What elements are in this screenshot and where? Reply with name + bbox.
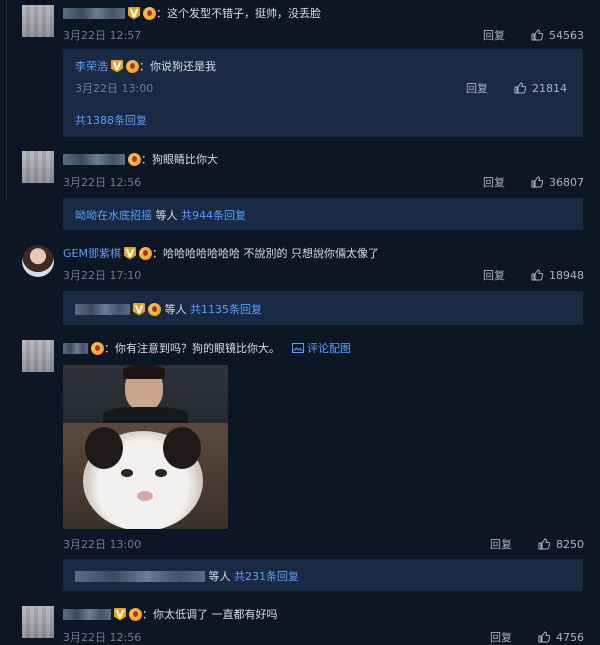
avatar-pixelated[interactable] [22,340,54,372]
avatar-pixelated[interactable] [22,606,54,638]
vip-v-badge: V [133,302,145,316]
like-icon[interactable] [531,29,543,41]
image-top-portrait [63,365,228,425]
more-replies-link[interactable]: 共1388条回复 [75,112,147,128]
comment-time: 3月22日 12:56 [63,631,142,644]
member-badge [138,246,152,260]
dog-ear-left [85,427,123,469]
like-count: 8250 [556,537,584,551]
like-icon[interactable] [538,631,550,643]
like-count: 54563 [549,28,584,42]
member-badge [148,302,161,316]
more-replies-link[interactable]: 共231条回复 [234,568,299,584]
dog-nose [137,491,153,501]
image-icon [292,343,304,353]
vip-v-badge: V [111,59,123,73]
comment-text: ：狗眼睛比你大 [141,153,218,166]
sub-reply-panel: 李荣浩 V ：你说狗还是我 3月22日 13:00 回复 21814 共1388… [63,49,583,137]
reply-button[interactable]: 回复 [490,629,512,645]
comment-user[interactable]: GEM鄧紫棋 [63,245,121,261]
reply-summary-panel: V 等人 共1135条回复 [63,291,583,325]
like-count: 21814 [532,81,567,95]
comment-time: 3月22日 17:10 [63,269,142,282]
comment-item: GEM鄧紫棋 V ：哈哈哈哈哈哈哈 不說別的 只想說你倆太像了 3月22日 17… [0,240,600,330]
comment-text: ：你太低调了 一直都有好吗 [142,608,278,621]
summary-user-blurred[interactable] [75,303,130,315]
avatar-pixelated[interactable] [22,151,54,183]
member-badge [128,152,141,166]
comment-time: 3月22日 12:56 [63,176,142,189]
comment-time: 3月22日 12:57 [63,29,142,42]
comment-image-link[interactable]: 评论配图 [307,340,351,356]
avatar[interactable] [22,245,54,277]
dog-eye-left [121,469,133,477]
username-blurred[interactable] [63,7,125,19]
username-blurred[interactable] [63,153,125,165]
more-replies-link[interactable]: 共1135条回复 [190,301,262,317]
comment-text: ：哈哈哈哈哈哈哈 不說別的 只想說你倆太像了 [151,247,379,260]
reply-summary-panel: 等人 共231条回复 [63,559,583,591]
member-badge [91,341,104,355]
reply-summary-panel: 呦呦在水底招摇 等人 共944条回复 [63,198,583,230]
vip-v-badge: V [114,607,126,621]
member-badge [143,6,156,20]
comment-item: ：狗眼睛比你大 3月22日 12:56 回复 36807 呦呦在水底招摇 等人 … [0,145,600,233]
comment-text: ：这个发型不错子，挺帅，没丢脸 [156,7,321,20]
comment-item: ：你有注意到吗？狗的眼镜比你大。 评论配图 3月22日 13:00 回复 825… [0,335,600,591]
username-blurred[interactable] [63,608,111,620]
like-icon[interactable] [538,538,550,550]
member-badge [129,607,142,621]
reply-button[interactable]: 回复 [483,267,505,283]
vip-v-badge: V [123,246,136,260]
dog-eye-right [155,469,167,477]
reply-button[interactable]: 回复 [483,174,505,190]
image-bottom-dog [63,423,228,529]
like-count: 36807 [549,175,584,189]
summary-text: 等人 [152,209,181,222]
summary-user-blurred[interactable] [75,570,205,582]
comment-item: V ：你太低调了 一直都有好吗 3月22日 12:56 回复 4756 [0,600,600,645]
comment-image[interactable] [63,365,228,529]
like-count: 4756 [556,630,584,644]
more-replies-link[interactable]: 共944条回复 [181,207,246,223]
summary-text: 等人 [161,303,190,316]
reply-button[interactable]: 回复 [466,80,488,96]
comment-time: 3月22日 13:00 [63,538,142,551]
reply-button[interactable]: 回复 [490,536,512,552]
comment-item: V ：这个发型不错子，挺帅，没丢脸 3月22日 12:57 回复 54563 李… [0,0,600,140]
username-blurred[interactable] [63,342,88,354]
sub-reply-user[interactable]: 李荣浩 [75,58,108,74]
vip-v-badge: V [128,6,140,20]
like-icon[interactable] [531,176,543,188]
reply-button[interactable]: 回复 [483,27,505,43]
sub-reply-text: ：你说狗还是我 [139,60,216,73]
avatar-pixelated[interactable] [22,5,54,37]
dog-ear-right [163,427,201,469]
sub-reply-time: 3月22日 13:00 [75,82,154,95]
like-count: 18948 [549,268,584,282]
summary-user[interactable]: 呦呦在水底招摇 [75,207,152,223]
member-badge [126,59,139,73]
comment-text: ：你有注意到吗？狗的眼镜比你大。 [104,342,280,355]
like-icon[interactable] [514,82,526,94]
summary-text: 等人 [205,570,234,583]
like-icon[interactable] [531,269,543,281]
portrait-hair [123,365,165,379]
